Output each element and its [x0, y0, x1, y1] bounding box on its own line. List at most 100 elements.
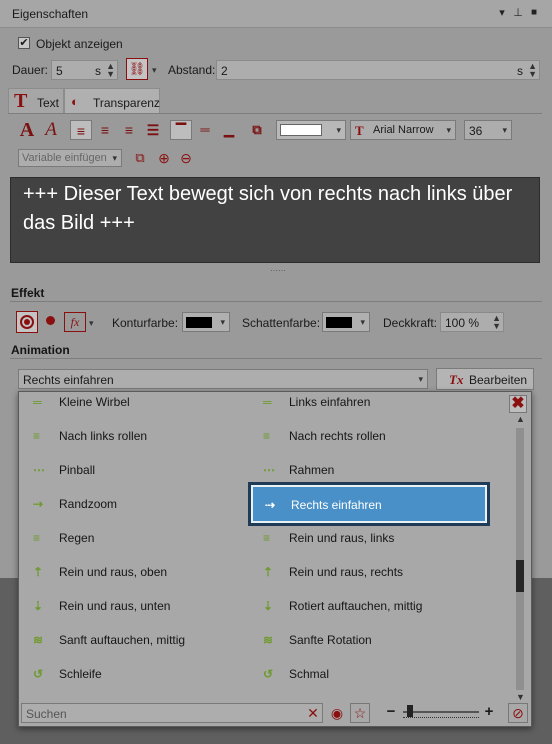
link-icon[interactable]: ⛓ — [126, 58, 148, 80]
contour-icon — [20, 315, 34, 329]
animation-list-item[interactable]: ≋ Sanfte Rotation — [253, 625, 489, 655]
contour-color-picker[interactable]: ▾ — [182, 312, 230, 332]
animation-list-item[interactable]: ⇢ Randzoom — [23, 489, 243, 519]
animation-list-item-label: Regen — [59, 531, 95, 545]
effect-heading: Effekt — [11, 286, 45, 300]
align-left-icon[interactable]: ≡ — [70, 120, 92, 140]
animation-list-item[interactable]: ↺ Schmal — [253, 659, 489, 689]
animation-list-item-label: Sanfte Rotation — [289, 633, 372, 647]
animation-list-item-label: Rotiert auftauchen, mittig — [289, 599, 423, 613]
duration-spinner[interactable]: ▲ ▼ — [106, 62, 115, 79]
animation-preset-icon: ≡ — [33, 531, 41, 545]
animation-list-item-label: Nach links rollen — [59, 429, 148, 443]
zoom-minus-icon[interactable]: − — [385, 703, 397, 721]
opacity-spinner[interactable]: ▲ ▼ — [492, 314, 501, 331]
layers-icon[interactable]: ⧉ — [132, 150, 148, 166]
animation-list-item[interactable]: ≡ Regen — [23, 523, 243, 553]
valign-top-icon[interactable]: ▔ — [170, 120, 192, 140]
animation-preset-icon: ⇢ — [265, 498, 276, 512]
animation-list-item-label: Rein und raus, rechts — [289, 565, 404, 579]
maximize-icon[interactable]: ■ — [528, 7, 540, 19]
animation-list-item[interactable]: ⇡ Rein und raus, oben — [23, 557, 243, 587]
zoom-reset-icon[interactable]: ⊘ — [508, 703, 528, 723]
contour-effect-button[interactable] — [16, 311, 38, 333]
close-icon[interactable]: ✖ — [509, 395, 527, 413]
edit-effect-icon: Tx — [449, 372, 464, 387]
link-dropdown-icon[interactable]: ▾ — [152, 65, 157, 76]
animation-list-item[interactable]: ↺ Schleife — [23, 659, 243, 689]
animation-list-item[interactable]: ≡ Nach rechts rollen — [253, 421, 489, 451]
fx-icon[interactable]: fx — [64, 312, 86, 332]
dropdown-icon[interactable]: ▾ — [496, 7, 508, 19]
zoom-out-icon[interactable]: ⊖ — [178, 150, 194, 166]
animation-list-item-label: Schmal — [289, 667, 330, 681]
animation-preset-icon: ⇡ — [263, 565, 274, 579]
scroll-thumb[interactable] — [516, 560, 524, 592]
italic-icon[interactable]: A — [40, 120, 62, 140]
animation-preset-icon: ≡ — [263, 531, 271, 545]
animation-list-item[interactable]: ≋ Sanft auftauchen, mittig — [23, 625, 243, 655]
distance-field[interactable]: 2s ▲ ▼ — [216, 60, 540, 80]
zoom-slider-ticks — [403, 715, 479, 718]
animation-select[interactable]: Rechts einfahren ▾ — [18, 369, 428, 389]
animation-list-item-label: Nach rechts rollen — [289, 429, 386, 443]
zoom-in-icon[interactable]: ⊕ — [156, 150, 172, 166]
zoom-plus-icon[interactable]: + — [483, 703, 495, 721]
shadow-color-picker[interactable]: ▾ — [322, 312, 370, 332]
favorite-star-icon[interactable]: ☆ — [350, 703, 370, 723]
animation-list-item[interactable]: ⇣ Rein und raus, unten — [23, 591, 243, 621]
zoom-slider-thumb[interactable] — [407, 705, 413, 717]
distance-label: Abstand: — [168, 63, 216, 77]
animation-list-item[interactable]: ≡ Rein und raus, links — [253, 523, 489, 553]
clear-search-icon[interactable]: ✕ — [305, 705, 321, 721]
pin-icon[interactable]: ⊥ — [512, 7, 524, 19]
zoom-slider[interactable] — [403, 705, 479, 719]
animation-list-item[interactable]: ⇡ Rein und raus, rechts — [253, 557, 489, 587]
font-color-picker[interactable]: ▾ — [276, 120, 346, 140]
distance-spinner[interactable]: ▲ ▼ — [528, 62, 537, 79]
duration-field[interactable]: 5s ▲ ▼ — [51, 60, 118, 80]
scroll-track[interactable] — [516, 428, 524, 690]
animation-list-item[interactable]: ≡ Nach links rollen — [23, 421, 243, 451]
search-field[interactable]: Suchen — [21, 703, 323, 723]
font-family-select[interactable]: T Arial Narrow ▾ — [350, 120, 456, 140]
animation-list-item[interactable]: ⇣ Rotiert auftauchen, mittig — [253, 591, 489, 621]
valign-bottom-icon[interactable]: ▁ — [218, 120, 240, 140]
animation-list-item-label: Pinball — [59, 463, 96, 477]
fx-dropdown-icon[interactable]: ▾ — [89, 318, 94, 329]
scroll-up-icon[interactable]: ▲ — [516, 414, 525, 424]
tab-text[interactable]: T Text — [8, 88, 64, 114]
animation-preset-icon: ⇡ — [33, 565, 44, 579]
opacity-field[interactable]: 100 % ▲ ▼ — [440, 312, 504, 332]
fit-text-icon[interactable]: ⧉ — [246, 120, 268, 140]
animation-list-item[interactable]: ⋯ Pinball — [23, 455, 243, 485]
animation-list-item-label: Rein und raus, links — [289, 531, 395, 545]
align-right-icon[interactable]: ≡ — [118, 120, 140, 140]
align-center-icon[interactable]: ≡ — [94, 120, 116, 140]
text-editor[interactable]: +++ Dieser Text bewegt sich von rechts n… — [10, 177, 540, 263]
animation-preset-icon: ≡ — [263, 429, 271, 443]
preview-eye-icon[interactable]: ◉ — [327, 704, 347, 722]
show-object-checkbox[interactable]: ✔ — [18, 37, 30, 49]
font-size-select[interactable]: 36 ▾ — [464, 120, 512, 140]
animation-list-item[interactable]: ⇢ Rechts einfahren — [248, 482, 490, 526]
align-justify-icon[interactable]: ☰ — [142, 120, 164, 140]
list-scrollbar[interactable]: ▲ ▼ — [513, 414, 527, 704]
opacity-label: Deckkraft: — [383, 316, 438, 330]
tab-transparency[interactable]: ◐ Transparenz — [64, 88, 160, 114]
animation-list-item[interactable]: ═ Links einfahren — [253, 392, 489, 417]
variable-select[interactable]: Variable einfügen ▾ — [18, 149, 122, 167]
edit-animation-button[interactable]: Tx Bearbeiten — [436, 368, 534, 390]
font-size-dropdown-icon: ▾ — [502, 125, 507, 135]
animation-preset-icon: ↺ — [263, 667, 274, 681]
animation-preset-icon: ≋ — [33, 633, 44, 647]
animation-preset-icon: ↺ — [33, 667, 44, 681]
resize-grip-icon[interactable]: ⋯⋯ — [268, 267, 288, 275]
animation-list-item[interactable]: ═ Kleine Wirbel — [23, 392, 243, 417]
animation-preset-icon: ⇣ — [33, 599, 44, 613]
animation-list-item[interactable]: ⋯ Rahmen — [253, 455, 489, 485]
scroll-down-icon[interactable]: ▼ — [516, 692, 525, 702]
shadow-effect-button[interactable] — [44, 315, 58, 329]
bold-icon[interactable]: A — [16, 120, 38, 140]
valign-middle-icon[interactable]: ═ — [194, 120, 216, 140]
